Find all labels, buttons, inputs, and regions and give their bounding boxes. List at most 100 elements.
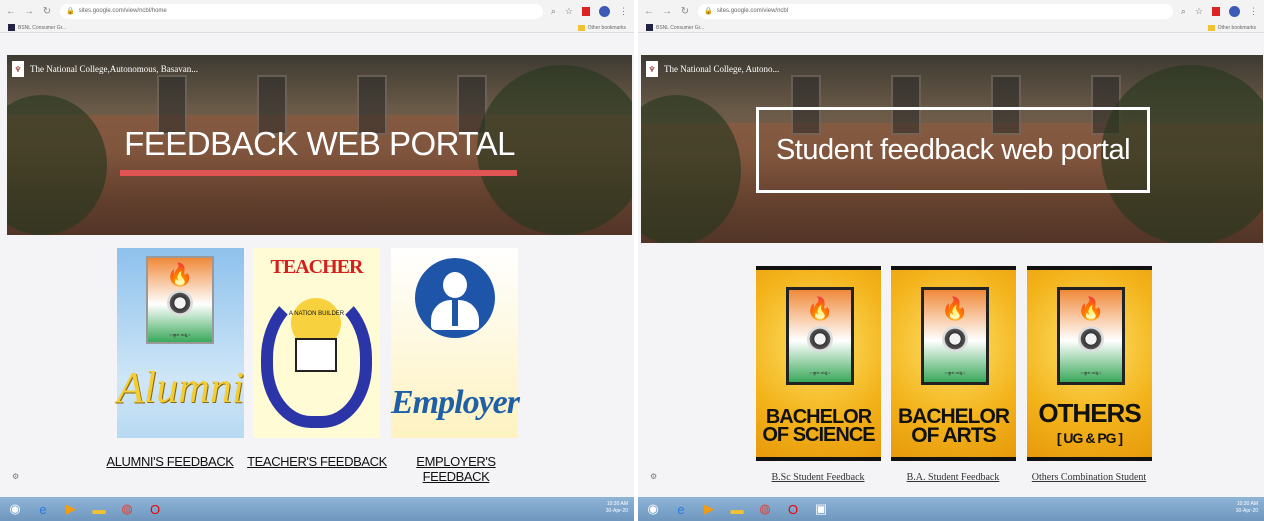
page-title: FEEDBACK WEB PORTAL [124,125,515,162]
bsc-feedback-link[interactable]: B.Sc Student Feedback [748,472,888,483]
app-icon[interactable]: ▣ [810,499,832,519]
college-emblem: 🔥 • ಜ್ಞಾನ ಯಜ್ಞ • [1057,287,1125,385]
zoom-icon[interactable]: ⌕ [1181,6,1186,17]
system-tray[interactable]: 10:30 AM 30-Apr-20 [606,501,628,514]
clock-date: 30-Apr-20 [605,507,628,514]
site-header[interactable]: ♆ The National College, Autono... [646,61,779,77]
right-browser-window: ← → ↻ 🔒 sites.google.com/view/ncbl ⌕ ☆ ⋮ … [638,0,1264,521]
media-icon[interactable]: ▶ [698,499,720,519]
teacher-card[interactable]: TEACHER A NATION BUILDER [253,248,380,438]
reload-icon[interactable]: ↻ [42,6,52,17]
employer-feedback-link[interactable]: EMPLOYER'S FEEDBACK [386,454,526,484]
others-feedback-link[interactable]: Others Combination Student [1019,472,1159,483]
address-bar[interactable]: 🔒 sites.google.com/view/ncbl/home [60,3,543,19]
media-icon[interactable]: ▶ [60,499,82,519]
title-underline [120,170,517,176]
teacher-image-text: TEACHER [270,256,364,278]
folder-icon [577,24,585,31]
lock-icon: 🔒 [704,8,713,15]
globe-icon [1078,326,1104,352]
bsc-image-text: BACHELOR OF SCIENCE [762,406,875,446]
site-name: The National College,Autonomous, Basavan… [30,64,198,74]
employer-image-text: Employer [391,384,520,421]
back-icon[interactable]: ← [6,6,16,17]
college-emblem: 🔥 • ಜ್ಞಾನ ಯಜ್ಞ • [786,287,854,385]
forward-icon[interactable]: → [24,6,34,17]
college-emblem: 🔥 • ಜ್ಞಾನ ಯಜ್ಞ • [146,256,214,344]
clock-time: 10:30 AM [606,501,628,507]
chrome-icon[interactable]: ◍ [116,499,138,519]
alumni-feedback-link[interactable]: ALUMNI'S FEEDBACK [100,454,240,469]
menu-icon[interactable]: ⋮ [619,6,628,17]
college-logo-icon: ♆ [12,61,24,77]
back-icon[interactable]: ← [644,6,654,17]
flame-icon: 🔥 [806,296,834,321]
college-logo-icon: ♆ [646,61,658,77]
pdf-icon[interactable] [1212,6,1220,16]
browser-chrome: ← → ↻ 🔒 sites.google.com/view/ncbl ⌕ ☆ ⋮ … [638,0,1264,33]
bookmark-icon [8,24,15,31]
start-icon[interactable]: ◉ [642,499,664,519]
ba-feedback-link[interactable]: B.A. Student Feedback [883,472,1023,483]
bookmark-item[interactable]: BSNL Consumer Gr... [8,24,66,31]
opera-icon[interactable]: O [144,499,166,519]
other-bookmarks[interactable]: Other bookmarks [1207,24,1256,31]
page-title: Student feedback web portal [756,107,1150,193]
clock-time: 10:30 AM [1236,501,1258,507]
other-bookmarks-label: Other bookmarks [1217,24,1256,31]
flame-icon: 🔥 [166,262,194,287]
folder-icon[interactable]: ▬ [726,499,748,519]
others-image-text: OTHERS [1038,398,1141,428]
ba-card[interactable]: 🔥 • ಜ್ಞಾನ ಯಜ್ಞ • BACHELOR OF ARTS [891,266,1016,461]
ie-icon[interactable]: e [32,499,54,519]
system-tray[interactable]: 10:30 AM 30-Apr-20 [1236,501,1258,514]
zoom-icon[interactable]: ⌕ [551,6,556,17]
profile-icon[interactable] [599,5,610,17]
folder-icon[interactable]: ▬ [88,499,110,519]
bookmark-label: BSNL Consumer Gr... [656,24,705,31]
chrome-icon[interactable]: ◍ [754,499,776,519]
others-card[interactable]: 🔥 • ಜ್ಞಾನ ಯಜ್ಞ • OTHERS [ UG & PG ] [1027,266,1152,461]
menu-icon[interactable]: ⋮ [1249,6,1258,17]
bookmark-label: BSNL Consumer Gr... [18,24,67,31]
other-bookmarks-label: Other bookmarks [587,24,626,31]
bsc-card[interactable]: 🔥 • ಜ್ಞಾನ ಯಜ್ಞ • BACHELOR OF SCIENCE [756,266,881,461]
folder-icon [1207,24,1215,31]
start-icon[interactable]: ◉ [4,499,26,519]
site-name: The National College, Autono... [664,64,780,74]
banner: ♆ The National College, Autono... Student… [641,55,1263,243]
teacher-subtitle: A NATION BUILDER [288,311,345,317]
profile-icon[interactable] [1229,5,1240,17]
lock-icon: 🔒 [66,8,75,15]
pdf-icon[interactable] [582,6,590,16]
ba-image-text: BACHELOR OF ARTS [898,405,1010,447]
opera-icon[interactable]: O [782,499,804,519]
globe-icon [942,326,968,352]
star-icon[interactable]: ☆ [565,6,573,17]
url-text: sites.google.com/view/ncbl [716,8,789,14]
employer-card[interactable]: Employer [391,248,520,438]
flame-icon: 🔥 [941,296,969,321]
bookmark-icon [646,24,653,31]
alumni-card[interactable]: 🔥 • ಜ್ಞಾನ ಯಜ್ಞ • Alumni [117,248,244,438]
ie-icon[interactable]: e [670,499,692,519]
address-bar[interactable]: 🔒 sites.google.com/view/ncbl [698,3,1173,19]
globe-icon [167,290,193,316]
taskbar: ◉ e ▶ ▬ ◍ O 10:30 AM 30-Apr-20 [0,497,634,521]
site-header[interactable]: ♆ The National College,Autonomous, Basava… [12,61,198,77]
settings-icon[interactable]: ⚙ [12,472,19,481]
alumni-image-text: Alumni [117,363,245,412]
other-bookmarks[interactable]: Other bookmarks [577,24,626,31]
others-subtitle: [ UG & PG ] [1056,430,1123,446]
flame-icon: 🔥 [1077,296,1105,321]
clock-date: 30-Apr-20 [1235,507,1258,514]
forward-icon[interactable]: → [662,6,672,17]
url-text: sites.google.com/view/ncbl/home [78,8,167,14]
settings-icon[interactable]: ⚙ [650,472,657,481]
star-icon[interactable]: ☆ [1195,6,1203,17]
reload-icon[interactable]: ↻ [680,6,690,17]
banner: ♆ The National College,Autonomous, Basava… [7,55,632,235]
bookmark-item[interactable]: BSNL Consumer Gr... [646,24,704,31]
taskbar: ◉ e ▶ ▬ ◍ O ▣ 10:30 AM 30-Apr-20 [638,497,1264,521]
teacher-feedback-link[interactable]: TEACHER'S FEEDBACK [247,454,387,469]
